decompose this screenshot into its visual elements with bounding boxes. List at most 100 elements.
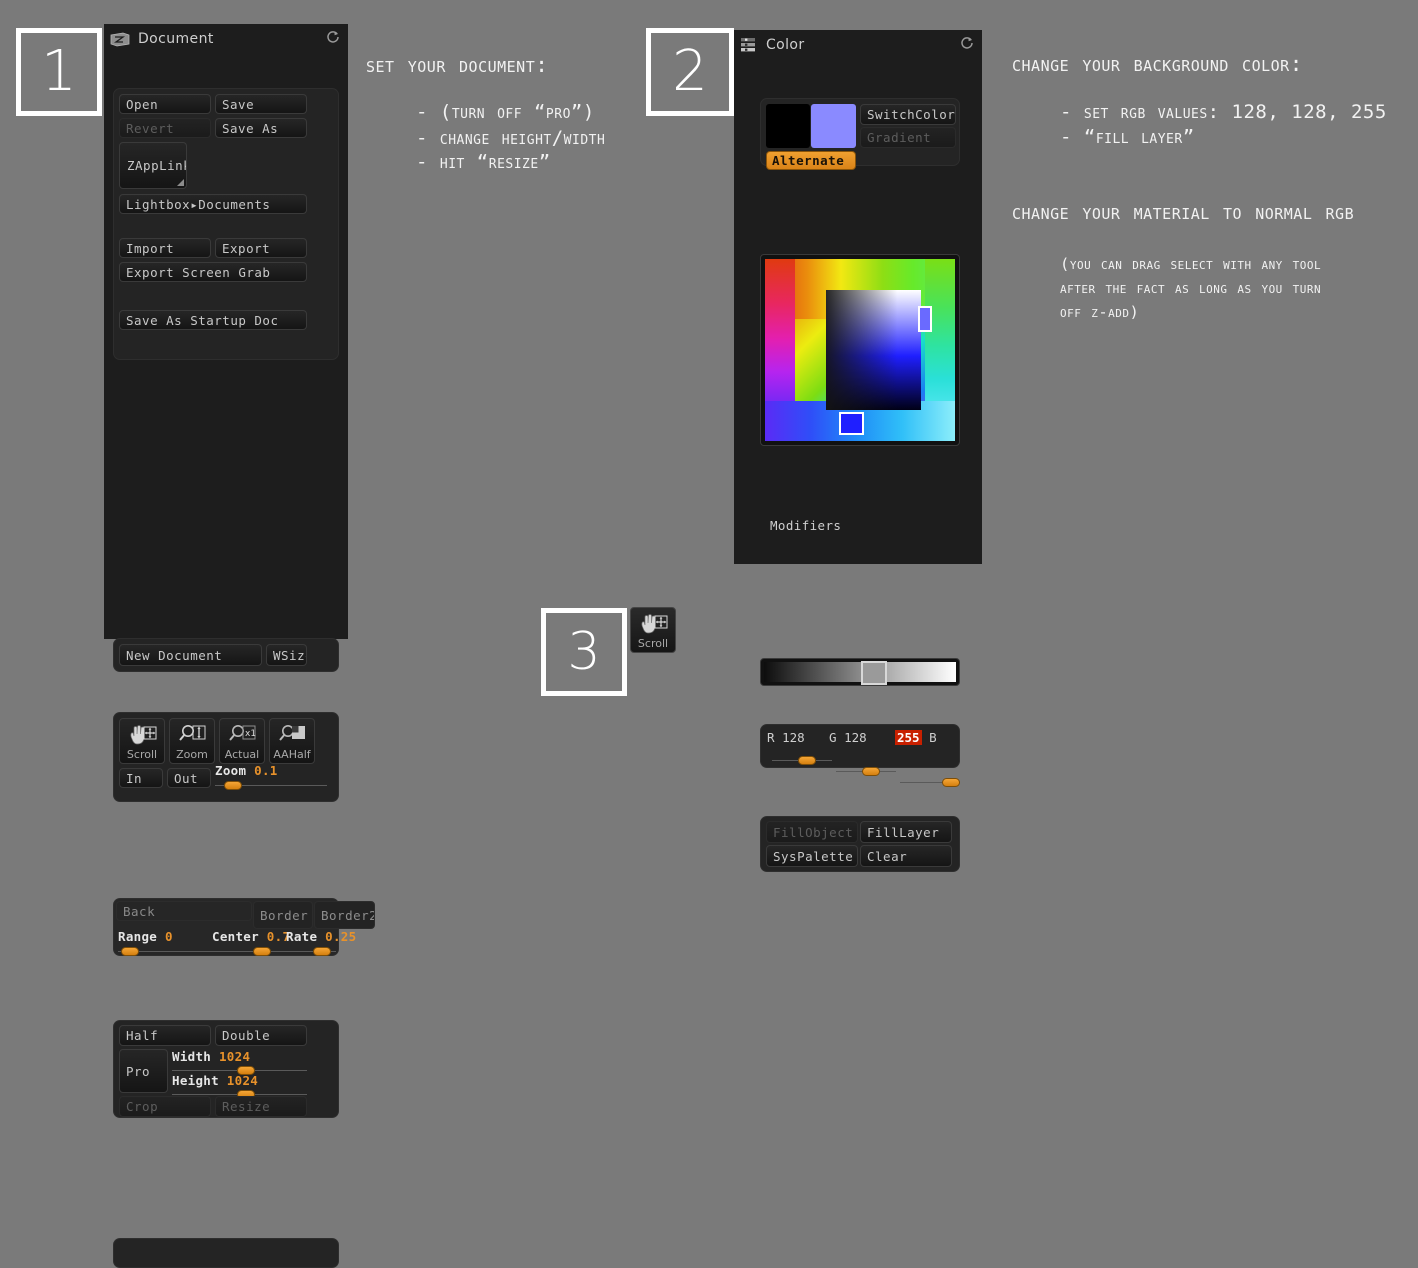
export-screen-grab-button[interactable]: Export Screen Grab xyxy=(119,262,307,282)
rate-slider[interactable] xyxy=(286,946,336,957)
width-slider-group[interactable]: Width 1024 xyxy=(172,1049,307,1076)
border2-button[interactable]: Border2 xyxy=(314,901,375,929)
secondary-color-swatch[interactable] xyxy=(811,104,856,148)
zoom-slider[interactable] xyxy=(215,780,327,791)
document-view-group: Scroll Zoom x1 Actual AAHalf In Out Zoom… xyxy=(113,712,339,802)
zoom-slider-value: 0.1 xyxy=(254,763,278,778)
crop-button[interactable]: Crop xyxy=(119,1096,211,1117)
sys-palette-button[interactable]: SysPalette xyxy=(766,845,858,867)
range-slider-group[interactable]: Range 0 xyxy=(118,929,258,957)
scroll-tool-button[interactable]: Scroll xyxy=(119,718,165,764)
clear-button[interactable]: Clear xyxy=(860,845,952,867)
primary-color-swatch[interactable] xyxy=(766,104,810,148)
range-slider-knob[interactable] xyxy=(120,947,139,956)
open-button[interactable]: Open xyxy=(119,94,211,114)
center-slider-knob[interactable] xyxy=(252,947,271,956)
b-slider-knob[interactable] xyxy=(942,778,960,787)
document-panel: Document Open Save Revert Save As ZAppLi… xyxy=(104,24,375,1268)
r-slider[interactable] xyxy=(772,755,832,766)
center-slider[interactable] xyxy=(212,946,286,957)
back-button[interactable]: Back xyxy=(116,901,252,921)
step3-line-3: off Z-Add) xyxy=(1060,303,1140,321)
height-slider-name: Height xyxy=(172,1073,219,1088)
refresh-icon[interactable] xyxy=(326,30,340,48)
step1-line-2: - Change Height/Width xyxy=(416,127,606,149)
rate-slider-knob[interactable] xyxy=(313,947,331,956)
badge-3-label: 3 xyxy=(567,622,601,682)
double-button[interactable]: Double xyxy=(215,1025,307,1046)
height-slider-value: 1024 xyxy=(226,1073,259,1088)
grayscale-marker[interactable] xyxy=(861,661,887,685)
badge-1-label: 1 xyxy=(41,39,77,104)
zoom-slider-group[interactable]: Zoom 0.1 xyxy=(215,763,327,791)
step2-line-2: - “Fill Layer” xyxy=(1060,126,1195,148)
aahalf-tool-button[interactable]: AAHalf xyxy=(269,718,315,764)
new-document-button[interactable]: New Document xyxy=(119,644,262,666)
import-button[interactable]: Import xyxy=(119,238,211,258)
save-button[interactable]: Save xyxy=(215,94,307,114)
zoom-slider-name: Zoom xyxy=(215,763,247,778)
width-slider-name: Width xyxy=(172,1049,212,1064)
document-next-group xyxy=(113,1238,339,1268)
border-button[interactable]: Border xyxy=(253,901,313,929)
save-as-startup-doc-button[interactable]: Save As Startup Doc xyxy=(119,310,307,330)
saturation-value-field[interactable] xyxy=(825,289,921,411)
hue-marker[interactable] xyxy=(917,306,932,333)
switch-color-button[interactable]: SwitchColor xyxy=(860,104,956,125)
color-panel: Color SwitchColor Gradient Alternate R 1… xyxy=(734,30,982,872)
alternate-button[interactable]: Alternate xyxy=(766,151,856,170)
rate-slider-label: Rate 0.25 xyxy=(286,929,356,944)
zapplink-label: ZAppLink xyxy=(127,158,187,173)
rate-slider-value: 0.25 xyxy=(325,929,357,944)
b-slider-label: 255 B xyxy=(895,730,937,745)
floating-scroll-button[interactable]: Scroll xyxy=(630,607,676,653)
step2-line-1: - set RGB values: 128, 128, 255 xyxy=(1060,101,1387,123)
center-slider-group[interactable]: Center 0.7 xyxy=(212,929,290,957)
r-slider-knob[interactable] xyxy=(798,756,817,765)
document-z-icon xyxy=(110,32,130,47)
actual-tool-button[interactable]: x1 Actual xyxy=(219,718,265,764)
zoom-out-button[interactable]: Out xyxy=(167,768,211,788)
r-slider-label: R 128 xyxy=(767,730,805,745)
step3-line-2: after the fact as long as you turn xyxy=(1060,279,1322,297)
grayscale-ramp[interactable] xyxy=(764,662,956,682)
revert-button[interactable]: Revert xyxy=(119,118,211,138)
hue-field[interactable] xyxy=(765,259,955,441)
grayscale-slider[interactable] xyxy=(760,658,960,686)
document-file-group: Open Save Revert Save As ZAppLink Lightb… xyxy=(113,88,339,360)
color-swatch-group: SwitchColor Gradient Alternate xyxy=(760,98,960,170)
g-slider[interactable] xyxy=(836,766,896,777)
modifiers-label[interactable]: Modifiers xyxy=(770,518,841,533)
fill-object-button[interactable]: FillObject xyxy=(766,821,858,843)
g-slider-label: G 128 xyxy=(829,730,867,745)
g-slider-knob[interactable] xyxy=(862,767,881,776)
save-as-button[interactable]: Save As xyxy=(215,118,307,138)
zapplink-button[interactable]: ZAppLink xyxy=(119,142,187,189)
width-slider-value: 1024 xyxy=(218,1049,251,1064)
gradient-button[interactable]: Gradient xyxy=(860,127,956,148)
color-picker[interactable] xyxy=(760,254,960,446)
fill-layer-button[interactable]: FillLayer xyxy=(860,821,952,843)
rate-slider-group[interactable]: Rate 0.25 xyxy=(286,929,356,957)
resize-button[interactable]: Resize xyxy=(215,1096,307,1117)
half-button[interactable]: Half xyxy=(119,1025,211,1046)
zoom-slider-knob[interactable] xyxy=(223,781,242,790)
zoom-tool-button[interactable]: Zoom xyxy=(169,718,215,764)
lightbox-documents-button[interactable]: Lightbox▸Documents xyxy=(119,194,307,214)
actual-tool-label: Actual xyxy=(224,748,260,761)
export-button[interactable]: Export xyxy=(215,238,307,258)
pro-button[interactable]: Pro xyxy=(119,1049,168,1093)
color-marker[interactable] xyxy=(839,411,865,435)
hand-move-icon xyxy=(127,723,157,747)
range-slider-name: Range xyxy=(118,929,158,944)
badge-2: 2 xyxy=(646,28,734,116)
width-slider-label: Width 1024 xyxy=(172,1049,307,1064)
rgb-group: R 128 G 128 255 B xyxy=(760,724,960,787)
wsize-button[interactable]: WSize xyxy=(266,644,307,666)
center-slider-name: Center xyxy=(212,929,259,944)
zoom-in-button[interactable]: In xyxy=(119,768,163,788)
magnifier-square-icon xyxy=(277,723,307,747)
b-value-highlight: 255 xyxy=(895,730,922,745)
refresh-icon[interactable] xyxy=(960,36,974,54)
b-slider[interactable] xyxy=(900,777,960,788)
